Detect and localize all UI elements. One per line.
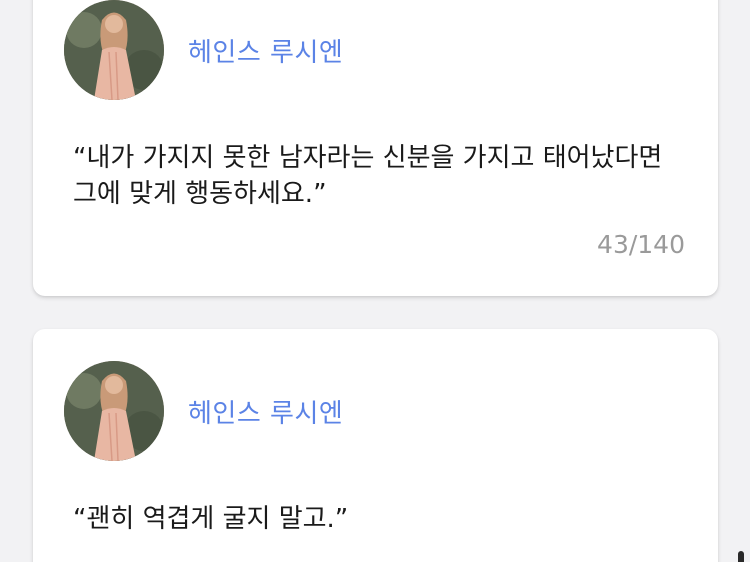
author-avatar[interactable] bbox=[64, 0, 164, 100]
quote-text: “내가 가지지 못한 남자라는 신분을 가지고 태어났다면 그에 맞게 행동하세… bbox=[73, 143, 663, 209]
quote-text: “괜히 역겹게 굴지 말고.” bbox=[73, 504, 349, 534]
author-avatar[interactable] bbox=[64, 361, 164, 461]
scrollbar[interactable] bbox=[738, 551, 744, 562]
portrait-avatar-icon bbox=[64, 361, 164, 461]
author-name: 헤인스 루시엔 bbox=[188, 399, 344, 429]
quote-card[interactable]: 헤인스 루시엔 “괜히 역겹게 굴지 말고.” bbox=[33, 329, 718, 562]
quote-card[interactable]: 헤인스 루시엔 “내가 가지지 못한 남자라는 신분을 가지고 태어났다면 그에… bbox=[33, 0, 718, 296]
author-name: 헤인스 루시엔 bbox=[188, 38, 344, 68]
character-counter: 43/140 bbox=[597, 230, 685, 259]
portrait-avatar-icon bbox=[64, 0, 164, 100]
quote-feed: 헤인스 루시엔 “내가 가지지 못한 남자라는 신분을 가지고 태어났다면 그에… bbox=[0, 0, 750, 562]
